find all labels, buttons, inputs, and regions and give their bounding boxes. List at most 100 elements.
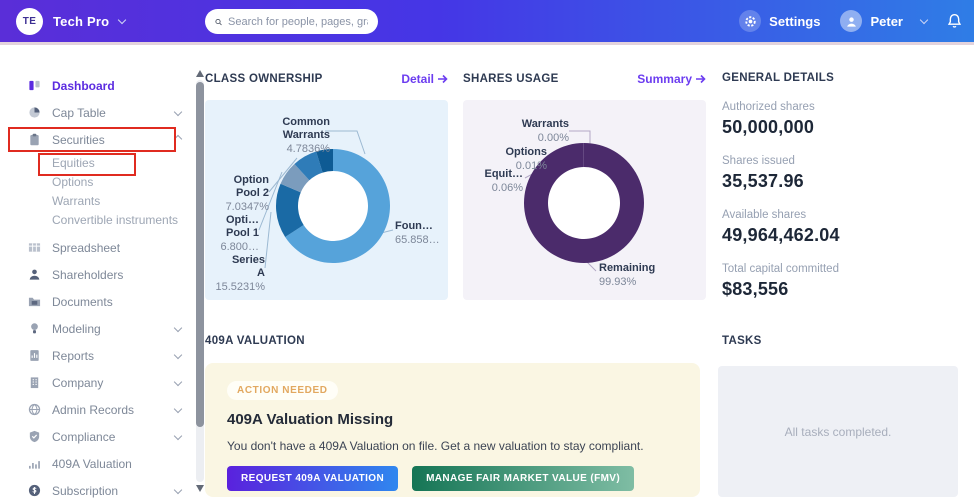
class-ownership-header: CLASS OWNERSHIP Detail <box>205 72 448 86</box>
chevron-down-icon[interactable] <box>174 485 182 493</box>
user-menu[interactable]: Peter <box>840 10 927 32</box>
arrow-right-icon <box>437 74 448 84</box>
donut-label-founders: Foun… 65.858… <box>395 220 440 247</box>
spreadsheet-icon <box>28 241 41 254</box>
chevron-down-icon[interactable] <box>174 431 182 439</box>
general-details-item: Authorized shares 50,000,000 <box>722 101 962 138</box>
request-409a-valuation-button[interactable]: REQUEST 409A VALUATION <box>227 466 398 491</box>
sidebar-item-subscription[interactable]: Subscription <box>0 477 195 504</box>
sidebar-item-admin-records[interactable]: Admin Records <box>0 396 195 423</box>
section-title: SHARES USAGE <box>463 73 559 85</box>
sidebar-item-securities[interactable]: Securities <box>0 126 195 153</box>
sidebar-item-options[interactable]: Options <box>0 172 195 191</box>
donut-label-warrants: Warrants 0.00% <box>501 118 569 145</box>
valuation-409a-panel: ACTION NEEDED 409A Valuation Missing You… <box>205 363 700 497</box>
donut-label-common-warrants: Common Warrants 4.7836% <box>245 116 330 156</box>
sidebar-item-label: Modeling <box>52 322 101 336</box>
chevron-down-icon[interactable] <box>118 15 126 23</box>
scrollbar-thumb[interactable] <box>196 82 204 427</box>
sidebar-item-convertible-instruments[interactable]: Convertible instruments <box>0 210 195 229</box>
app-root: TE Tech Pro Settings <box>0 0 974 504</box>
section-title: 409A VALUATION <box>205 335 305 347</box>
scroll-up-arrow-icon[interactable] <box>196 70 204 77</box>
detail-link[interactable]: Detail <box>401 72 448 86</box>
valuation-buttons: REQUEST 409A VALUATION MANAGE FAIR MARKE… <box>227 466 678 491</box>
general-details-item: Available shares 49,964,462.04 <box>722 209 962 246</box>
action-needed-badge: ACTION NEEDED <box>227 381 338 400</box>
shareholders-icon <box>28 268 41 281</box>
class-ownership-donut <box>271 144 395 273</box>
sidebar-item-documents[interactable]: Documents <box>0 288 195 315</box>
chevron-down-icon[interactable] <box>174 404 182 412</box>
sidebar-item-warrants[interactable]: Warrants <box>0 191 195 210</box>
general-details-panel: GENERAL DETAILS Authorized shares 50,000… <box>722 72 962 300</box>
general-details-item: Total capital committed $83,556 <box>722 263 962 300</box>
section-title: TASKS <box>722 335 762 347</box>
bell-icon[interactable] <box>947 13 962 29</box>
scroll-down-arrow-icon[interactable] <box>196 485 204 492</box>
sidebar-item-label: Spreadsheet <box>52 241 120 255</box>
sidebar-item-label: Equities <box>52 156 95 170</box>
sidebar-item-compliance[interactable]: Compliance <box>0 423 195 450</box>
search-input[interactable] <box>228 16 368 28</box>
sidebar-item-dashboard[interactable]: Dashboard <box>0 72 195 99</box>
dollar-circle-icon <box>28 484 41 497</box>
section-title: GENERAL DETAILS <box>722 72 962 84</box>
sidebar-item-label: Convertible instruments <box>52 213 178 227</box>
sidebar-item-modeling[interactable]: Modeling <box>0 315 195 342</box>
sidebar-item-label: Admin Records <box>52 403 134 417</box>
summary-link-label: Summary <box>637 72 692 86</box>
chevron-down-icon[interactable] <box>174 323 182 331</box>
sidebar-item-company[interactable]: Company <box>0 369 195 396</box>
main-content: CLASS OWNERSHIP Detail Common Warrants 4… <box>195 45 974 504</box>
donut-label-series-a: Series A 15.5231% <box>213 254 265 294</box>
sidebar-item-spreadsheet[interactable]: Spreadsheet <box>0 234 195 261</box>
sidebar-item-label: Dashboard <box>52 79 115 93</box>
sidebar-item-label: Documents <box>52 295 113 309</box>
sidebar: Dashboard Cap Table Securities Equities … <box>0 45 195 504</box>
general-details-item: Shares issued 35,537.96 <box>722 155 962 192</box>
chevron-down-icon[interactable] <box>174 350 182 358</box>
chevron-up-icon[interactable] <box>174 134 182 142</box>
sidebar-item-label: Cap Table <box>52 106 106 120</box>
shield-icon <box>28 430 41 443</box>
tasks-panel: All tasks completed. <box>718 366 958 497</box>
sidebar-item-shareholders[interactable]: Shareholders <box>0 261 195 288</box>
company-logo[interactable]: TE <box>16 8 43 35</box>
sidebar-item-reports[interactable]: Reports <box>0 342 195 369</box>
sidebar-item-cap-table[interactable]: Cap Table <box>0 99 195 126</box>
valuation-409a-header: 409A VALUATION <box>205 335 505 347</box>
valuation-missing-body: You don't have a 409A Valuation on file.… <box>227 439 678 453</box>
donut-label-equities: Equit… 0.06% <box>463 168 523 195</box>
sidebar-item-label: Company <box>52 376 103 390</box>
sidebar-item-label: Reports <box>52 349 94 363</box>
sidebar-item-409a-valuation[interactable]: 409A Valuation <box>0 450 195 477</box>
summary-link[interactable]: Summary <box>637 72 706 86</box>
sidebar-item-label: 409A Valuation <box>52 457 132 471</box>
section-title: CLASS OWNERSHIP <box>205 73 323 85</box>
sidebar-item-equities[interactable]: Equities <box>0 153 195 172</box>
detail-link-label: Detail <box>401 72 434 86</box>
tasks-header: TASKS <box>722 335 962 347</box>
avatar <box>840 10 862 32</box>
topbar: TE Tech Pro Settings <box>0 0 974 42</box>
donut-label-option-pool-2: Option Pool 2 7.0347% <box>211 174 269 214</box>
sidebar-item-label: Compliance <box>52 430 115 444</box>
topbar-right: Settings Peter <box>739 0 962 42</box>
search-bar[interactable] <box>205 9 378 34</box>
sidebar-item-label: Warrants <box>52 194 100 208</box>
chevron-down-icon[interactable] <box>174 107 182 115</box>
search-icon <box>215 16 222 28</box>
building-icon <box>28 376 41 389</box>
cap-table-icon <box>28 106 41 119</box>
settings-button[interactable]: Settings <box>739 10 820 32</box>
globe-icon <box>28 403 41 416</box>
sidebar-item-label: Subscription <box>52 484 118 498</box>
valuation-missing-title: 409A Valuation Missing <box>227 411 678 428</box>
chevron-down-icon[interactable] <box>174 377 182 385</box>
manage-fmv-button[interactable]: MANAGE FAIR MARKET VALUE (FMV) <box>412 466 634 491</box>
sidebar-item-label: Securities <box>52 133 105 147</box>
company-switcher[interactable]: Tech Pro <box>53 14 109 29</box>
gear-icon <box>739 10 761 32</box>
settings-label: Settings <box>769 14 820 29</box>
